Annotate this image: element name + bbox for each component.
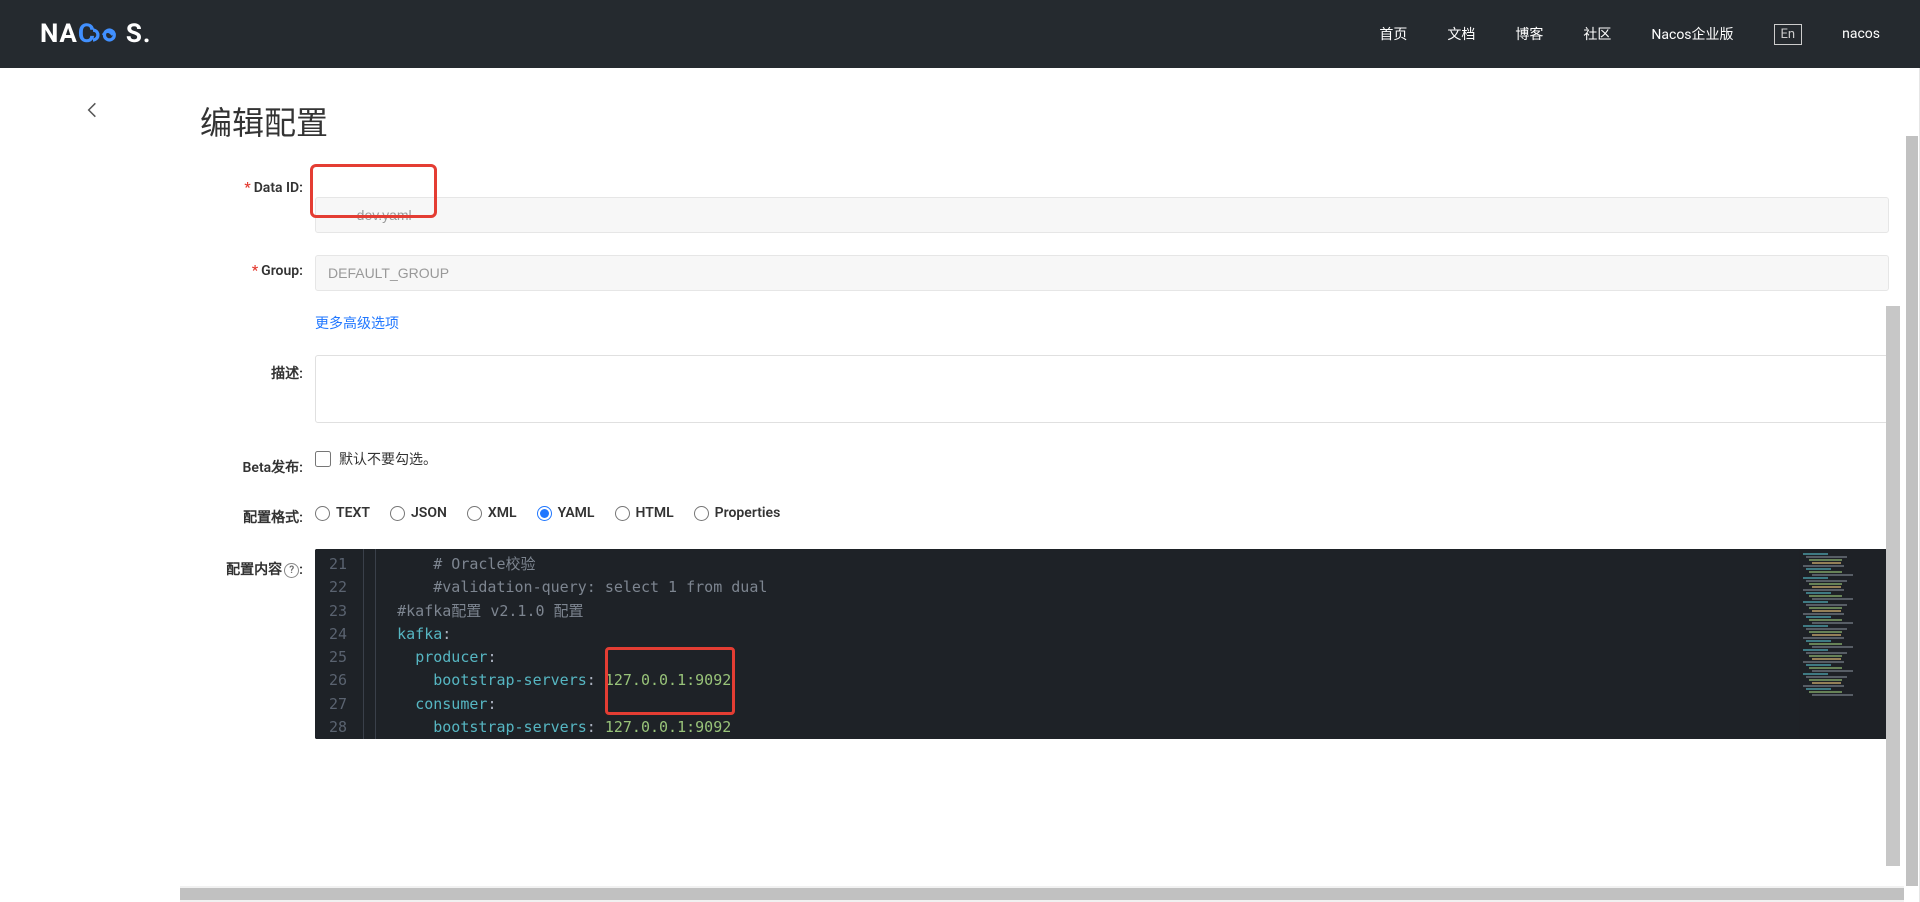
advanced-options-link[interactable]: 更多高级选项 — [315, 316, 399, 332]
code-line[interactable]: #validation-query: select 1 from dual — [377, 576, 1799, 599]
row-data-id: *Data ID: — [200, 172, 1889, 233]
editor-minimap[interactable] — [1799, 549, 1889, 739]
format-radio-properties[interactable]: Properties — [694, 505, 781, 521]
format-radio-json[interactable]: JSON — [390, 505, 447, 521]
chevron-left-icon — [82, 100, 102, 120]
code-line[interactable]: kafka: — [377, 623, 1799, 646]
label-desc: 描述: — [200, 355, 315, 383]
code-editor[interactable]: 2122232425262728293031 # Oracle校验 #valid… — [315, 549, 1889, 739]
page-title: 编辑配置 — [200, 98, 1889, 144]
body-wrap: 编辑配置 *Data ID: *Group: 更多高级选项 — [0, 68, 1920, 902]
help-icon[interactable]: ? — [284, 563, 299, 578]
page-vertical-scrollbar[interactable] — [1904, 136, 1920, 886]
beta-hint: 默认不要勾选。 — [339, 449, 437, 469]
label-beta: Beta发布: — [200, 449, 315, 477]
input-desc[interactable] — [315, 355, 1889, 423]
row-group: *Group: — [200, 255, 1889, 291]
label-format: 配置格式: — [200, 499, 315, 527]
page-horizontal-scrollbar[interactable] — [180, 886, 1904, 902]
checkbox-beta[interactable] — [315, 451, 331, 467]
sidebar — [0, 68, 180, 902]
code-line[interactable]: producer: — [377, 646, 1799, 669]
nav-docs[interactable]: 文档 — [1447, 24, 1475, 44]
row-desc: 描述: — [200, 355, 1889, 427]
code-line[interactable]: consumer: — [377, 693, 1799, 716]
header-nav: 首页 文档 博客 社区 Nacos企业版 En nacos — [1379, 24, 1880, 45]
code-line[interactable]: bootstrap-servers: 127.0.0.1:9092 — [377, 669, 1799, 692]
nacos-logo[interactable]: NACS. — [40, 19, 151, 49]
editor-gutter: 2122232425262728293031 — [315, 549, 357, 739]
input-data-id[interactable] — [315, 197, 1889, 233]
inner-vertical-scrollbar[interactable] — [1886, 136, 1900, 902]
inner-scrollbar-thumb[interactable] — [1886, 306, 1900, 866]
row-beta: Beta发布: 默认不要勾选。 — [200, 449, 1889, 477]
back-button[interactable] — [82, 100, 102, 124]
format-radio-text[interactable]: TEXT — [315, 505, 370, 521]
user-menu[interactable]: nacos — [1842, 26, 1880, 42]
main-content: 编辑配置 *Data ID: *Group: 更多高级选项 — [180, 68, 1920, 902]
nav-blog[interactable]: 博客 — [1515, 24, 1543, 44]
label-content: 配置内容?: — [200, 549, 315, 579]
app-header: NACS. 首页 文档 博客 社区 Nacos企业版 En nacos — [0, 0, 1920, 68]
code-line[interactable]: # Oracle校验 — [377, 553, 1799, 576]
language-toggle[interactable]: En — [1774, 24, 1803, 45]
nav-enterprise[interactable]: Nacos企业版 — [1651, 24, 1733, 44]
row-format: 配置格式: TEXT JSON XML YAML HTML Properties — [200, 499, 1889, 527]
scrollbar-thumb[interactable] — [1906, 136, 1918, 886]
label-data-id: *Data ID: — [200, 172, 315, 196]
row-advanced: 更多高级选项 — [200, 313, 1889, 333]
code-line[interactable]: #kafka配置 v2.1.0 配置 — [377, 600, 1799, 623]
editor-code-area[interactable]: # Oracle校验 #validation-query: select 1 f… — [377, 549, 1799, 739]
format-radio-group: TEXT JSON XML YAML HTML Properties — [315, 499, 1889, 521]
label-group: *Group: — [200, 255, 315, 279]
h-scrollbar-thumb[interactable] — [180, 888, 1904, 900]
format-radio-yaml[interactable]: YAML — [537, 505, 595, 521]
nav-home[interactable]: 首页 — [1379, 24, 1407, 44]
row-content: 配置内容?: 2122232425262728293031 # Oracle校验… — [200, 549, 1889, 739]
nav-community[interactable]: 社区 — [1583, 24, 1611, 44]
editor-fold-bar — [357, 549, 377, 739]
code-line[interactable]: bootstrap-servers: 127.0.0.1:9092 — [377, 716, 1799, 739]
input-group[interactable] — [315, 255, 1889, 291]
format-radio-html[interactable]: HTML — [615, 505, 674, 521]
format-radio-xml[interactable]: XML — [467, 505, 517, 521]
